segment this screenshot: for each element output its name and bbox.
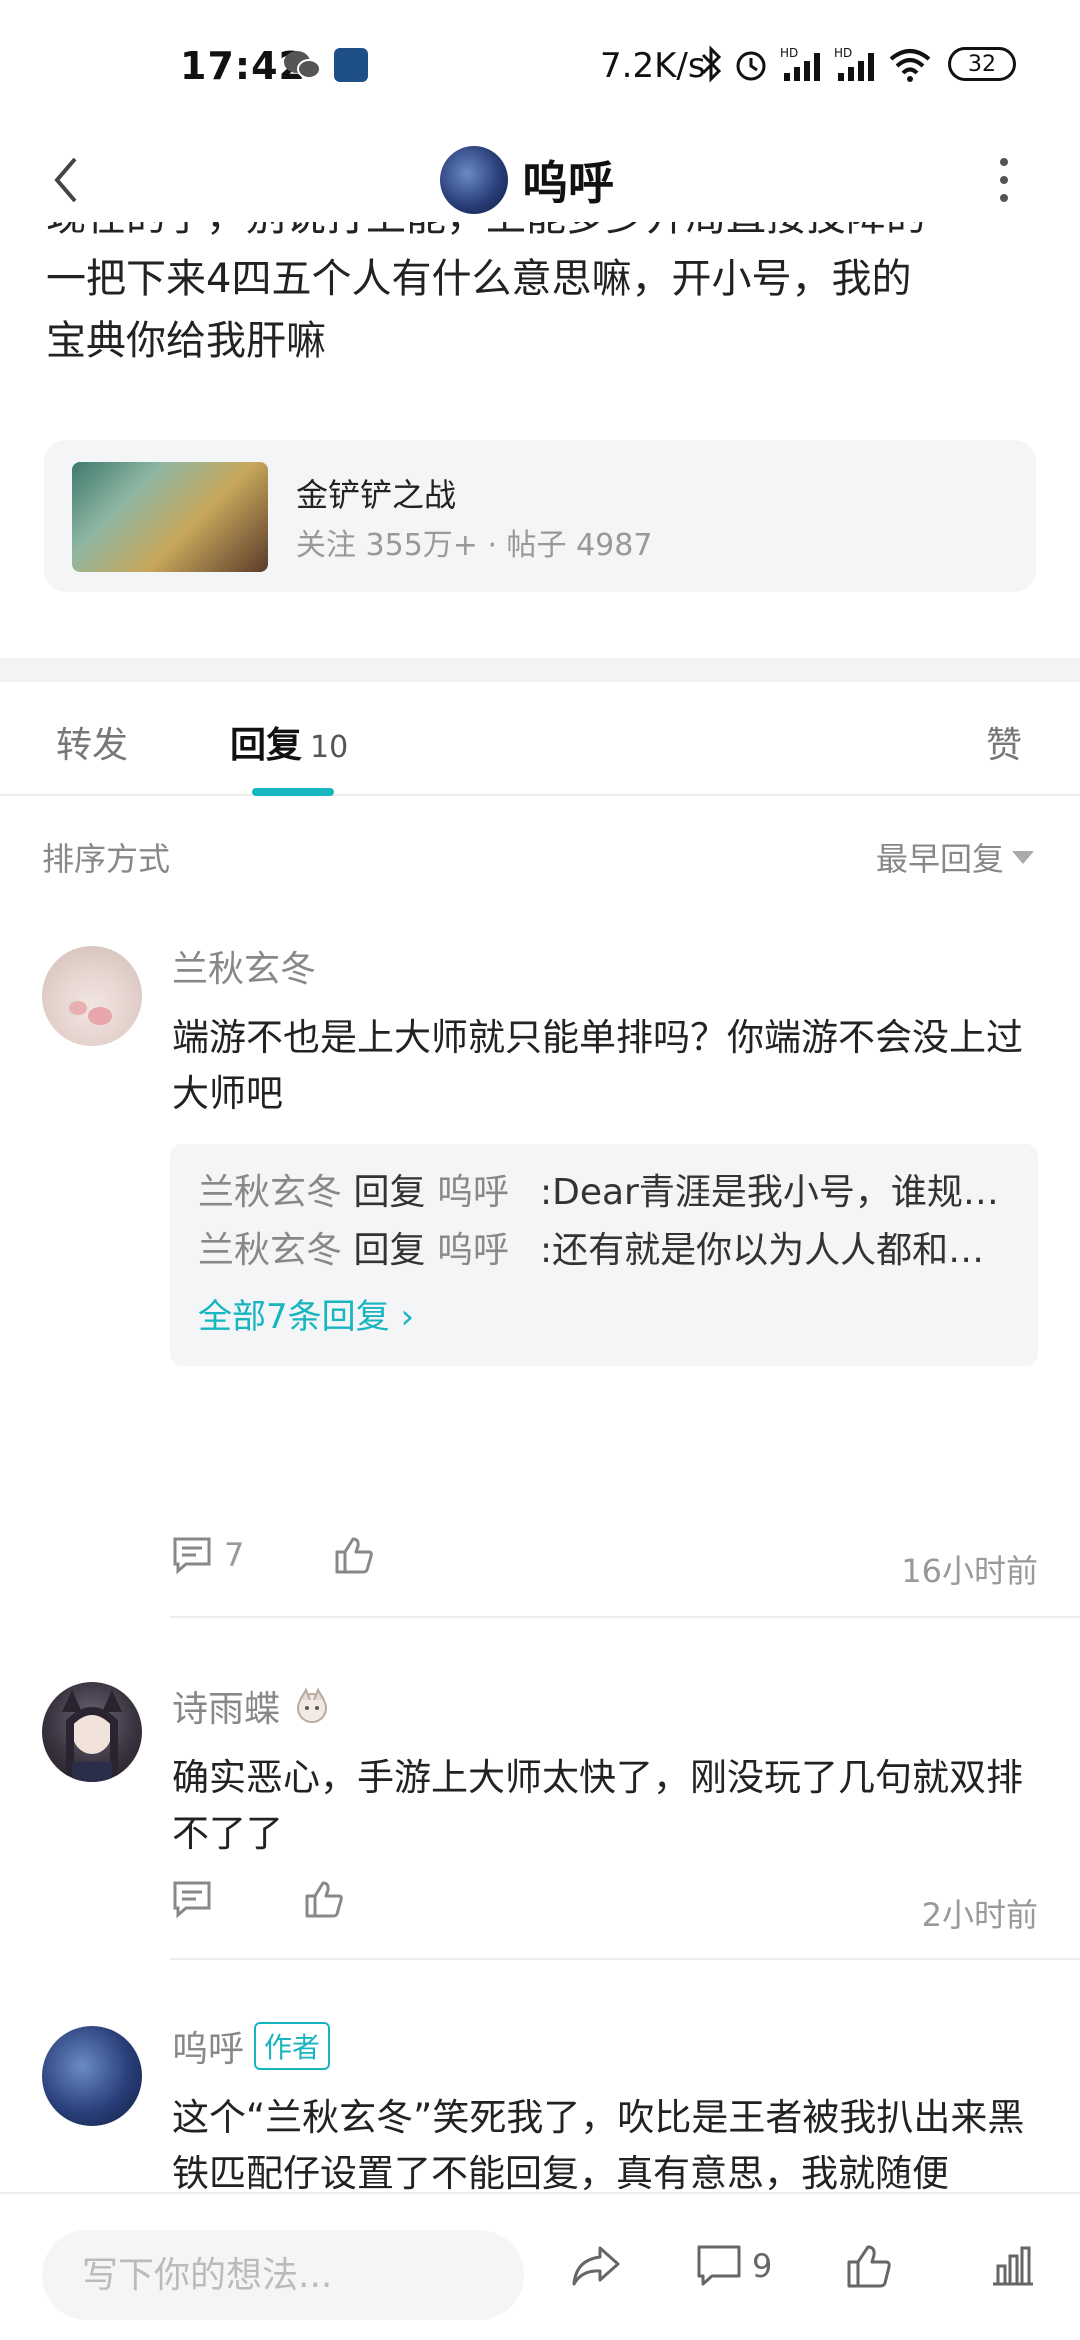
- battery-indicator: 32: [948, 47, 1016, 81]
- divider: [170, 1958, 1080, 1960]
- comment-text: 端游不也是上大师就只能单排吗？你端游不会没上过大师吧: [172, 1016, 1023, 1115]
- tab-indicator: [252, 788, 334, 796]
- signal-icon-2: HD: [834, 46, 874, 81]
- forum-name: 金铲铲之战: [296, 476, 457, 514]
- reply-target[interactable]: 呜呼: [437, 1230, 509, 1271]
- comment-header: 诗雨蝶: [172, 1680, 334, 1732]
- bar-chart-icon: [993, 2246, 1033, 2286]
- dropdown-arrow-icon: [1012, 850, 1034, 864]
- post-line: 一把下来4四五个人有什么意思嘛，开小号，我的: [46, 256, 912, 302]
- post-content: 现在的手，别说打上能，上能多少开局直接投降的 一把下来4四五个人有什么意思嘛，开…: [46, 222, 1046, 372]
- top-app-bar: 呜呼: [0, 130, 1080, 230]
- section-divider: [0, 658, 1080, 682]
- user-badge-icon: [297, 1687, 328, 1723]
- thumbs-up-icon: [305, 1881, 343, 1918]
- tab-bar: 转发 回复 10 赞: [0, 682, 1080, 796]
- avatar[interactable]: [42, 946, 142, 1046]
- comment-actions: 2小时前: [172, 1880, 1038, 1940]
- header-user[interactable]: 呜呼: [440, 130, 614, 230]
- comment-icon: [173, 1537, 211, 1574]
- comment-header: 兰秋玄冬: [172, 940, 316, 992]
- app-notification-icon: [334, 48, 368, 82]
- reply-verb: 回复: [353, 1230, 426, 1271]
- svg-text:HD: HD: [780, 46, 798, 60]
- thumbs-up-icon: [335, 1537, 373, 1574]
- system-icons: HD HD 32: [700, 42, 1016, 86]
- comment-count: 9: [752, 2247, 773, 2285]
- sort-dropdown[interactable]: 最早回复: [876, 834, 1034, 880]
- net-speed: 7.2K/s: [600, 46, 706, 86]
- comment-time: 16小时前: [901, 1552, 1038, 1590]
- bluetooth-icon: [701, 45, 722, 83]
- comment-text: 确实恶心，手游上大师太快了，刚没玩了几句就双排不了了: [172, 1756, 1023, 1855]
- reply-author[interactable]: 兰秋玄冬: [198, 1172, 342, 1213]
- forum-card[interactable]: 金铲铲之战 关注 355万+ · 帖子 4987: [44, 440, 1036, 592]
- comments-button[interactable]: 9: [696, 2244, 772, 2288]
- sort-selected: 最早回复: [875, 840, 1004, 878]
- reply-target[interactable]: 呜呼: [437, 1172, 509, 1213]
- wechat-icon: [284, 51, 321, 79]
- comment-actions: 7 16小时前: [172, 1536, 1038, 1596]
- comment-icon: [697, 2245, 741, 2286]
- sort-row: 排序方式 最早回复: [0, 816, 1080, 886]
- tab-forward[interactable]: 转发: [56, 716, 128, 768]
- more-dot: [1000, 158, 1008, 166]
- reply-button[interactable]: 7: [172, 1536, 244, 1574]
- tab-like[interactable]: 赞: [986, 716, 1022, 768]
- forum-thumbnail: [72, 462, 268, 572]
- comment-username[interactable]: 兰秋玄冬: [172, 940, 316, 992]
- tab-reply[interactable]: 回复 10: [230, 716, 348, 768]
- bottom-action-bar: 9: [0, 2192, 1080, 2340]
- divider: [170, 1616, 1080, 1618]
- avatar-image: [69, 1001, 112, 1025]
- like-button[interactable]: [304, 1880, 344, 1918]
- wifi-icon: [889, 49, 931, 82]
- alarm-icon: [736, 51, 766, 81]
- share-button[interactable]: [570, 2244, 622, 2288]
- comment-username[interactable]: 呜呼: [172, 2020, 244, 2072]
- more-options-button[interactable]: [984, 150, 1024, 210]
- reply-verb: 回复: [353, 1172, 426, 1213]
- avatar-image: [62, 1690, 122, 1782]
- post-line: 宝典你给我肝嘛: [46, 318, 326, 364]
- avatar[interactable]: [440, 146, 508, 214]
- like-button[interactable]: [846, 2244, 892, 2288]
- all-replies-link[interactable]: 全部7条回复 ›: [198, 1288, 1010, 1346]
- post-line-clipped: 现在的手，别说打上能，上能多少开局直接投降的: [46, 222, 1046, 248]
- avatar[interactable]: [42, 1682, 142, 1782]
- comment-item: 诗雨蝶 确实恶心，手游上大师太快了，刚没玩了几句就双排不了了 2小时前: [0, 1680, 1080, 1980]
- comment-time: 2小时前: [921, 1896, 1038, 1934]
- reply-preview-box[interactable]: 兰秋玄冬 回复 呜呼 :Dear青涯是我小号，谁规定一个人只有一个号了？😂不然为…: [170, 1144, 1038, 1366]
- author-badge: 作者: [254, 2022, 331, 2070]
- comment-input[interactable]: [42, 2230, 524, 2320]
- reply-author[interactable]: 兰秋玄冬: [198, 1230, 342, 1271]
- forum-stats: 关注 355万+ · 帖子 4987: [296, 528, 653, 563]
- comment-icon: [173, 1881, 211, 1918]
- comment-header: 呜呼 作者: [172, 2020, 331, 2072]
- sort-label: 排序方式: [42, 840, 171, 878]
- reply-count: 7: [224, 1536, 245, 1574]
- thumbs-up-icon: [847, 2245, 891, 2288]
- reply-button[interactable]: [172, 1880, 212, 1918]
- status-bar: 17:42 7.2K/s HD HD 32: [0, 0, 1080, 130]
- comment-item: 呜呼 作者 这个“兰秋玄冬”笑死我了，吹比是王者被我扒出来黑铁匹配仔设置了不能回…: [0, 2020, 1080, 2192]
- stats-button[interactable]: [990, 2244, 1036, 2288]
- tab-reply-label: 回复: [230, 725, 303, 766]
- like-button[interactable]: [334, 1536, 374, 1574]
- share-icon: [572, 2246, 620, 2286]
- tab-reply-count: 10: [310, 730, 349, 765]
- signal-icon: HD: [780, 46, 820, 81]
- comment-username[interactable]: 诗雨蝶: [172, 1680, 280, 1732]
- page-title: 呜呼: [522, 156, 614, 210]
- chevron-left-icon: [54, 157, 77, 203]
- avatar[interactable]: [42, 2026, 142, 2126]
- comment-text: 这个“兰秋玄冬”笑死我了，吹比是王者被我扒出来黑铁匹配仔设置了不能回复，真有意思…: [172, 2096, 1025, 2192]
- svg-text:HD: HD: [834, 46, 852, 60]
- back-button[interactable]: [36, 150, 96, 210]
- more-dot: [1000, 176, 1008, 184]
- comment-item: 兰秋玄冬 端游不也是上大师就只能单排吗？你端游不会没上过大师吧 兰秋玄冬 回复 …: [0, 940, 1080, 1620]
- more-dot: [1000, 194, 1008, 202]
